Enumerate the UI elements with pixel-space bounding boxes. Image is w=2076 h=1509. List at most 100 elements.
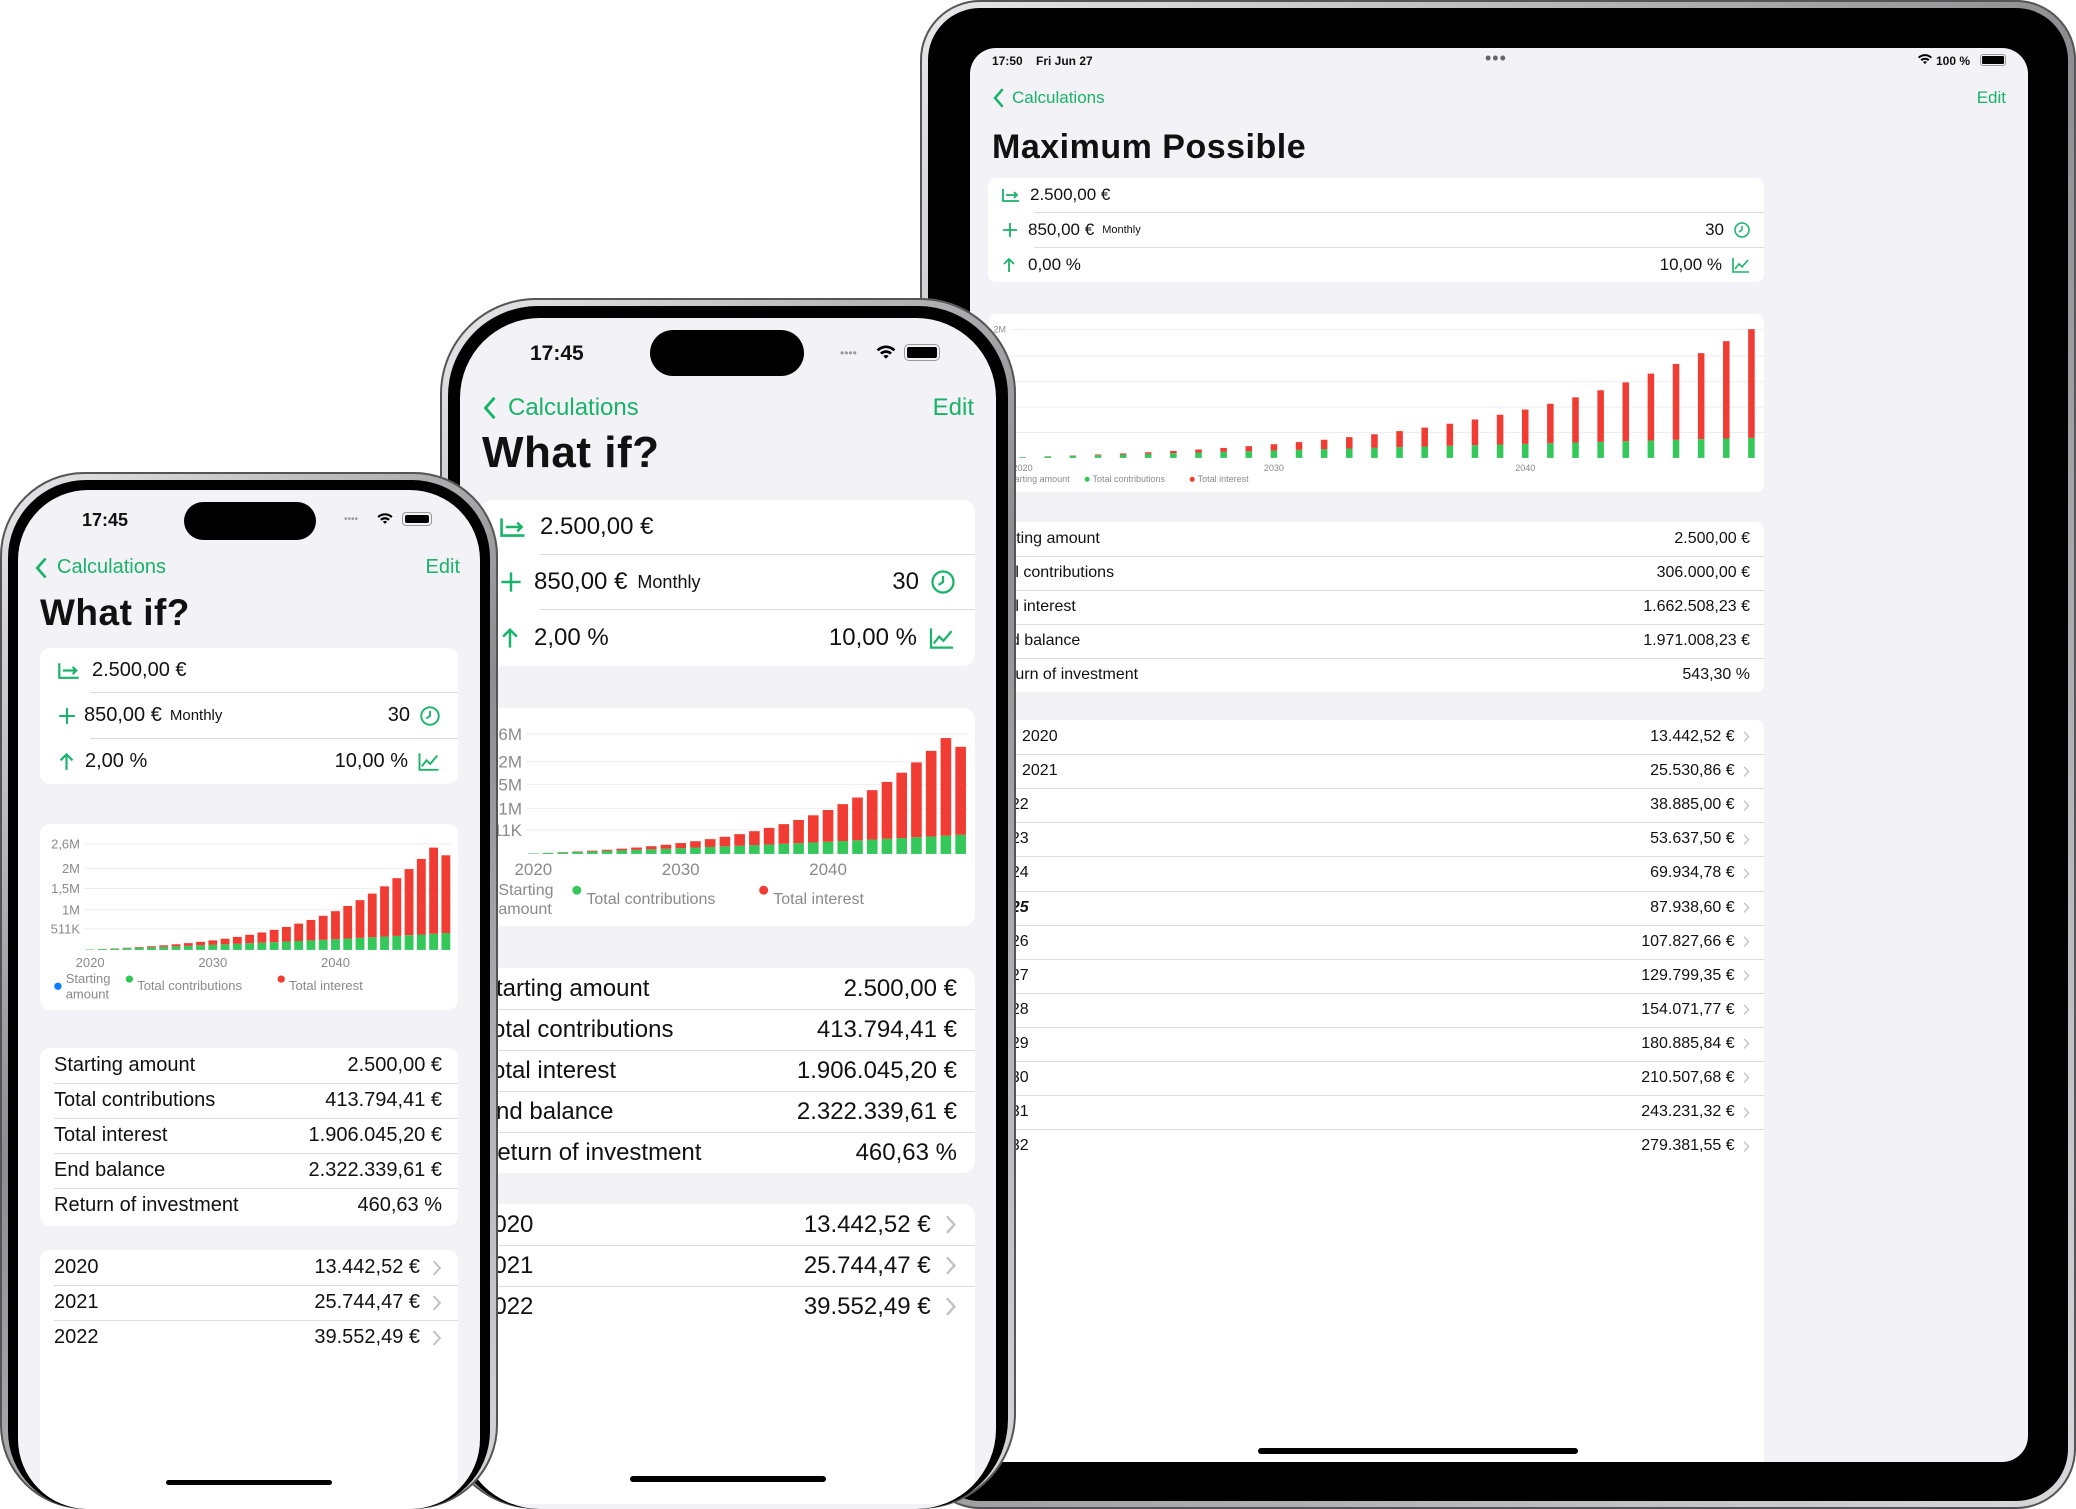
bar-segment-total-contributions xyxy=(1622,441,1630,458)
bar-segment-total-interest xyxy=(367,893,377,938)
chart-card: 2M7M6M7K4K202020302040Starting amountTot… xyxy=(988,314,1764,492)
year-row[interactable]: 026107.827,66 € xyxy=(988,925,1764,959)
target-rate-value[interactable]: 10,00 % xyxy=(1660,255,1722,275)
arrow-up-icon xyxy=(500,627,520,649)
year-row[interactable]: 028154.071,77 € xyxy=(988,993,1764,1027)
starting-amount-row[interactable]: 2.500,00 € xyxy=(40,648,458,692)
bar-segment-total-contributions xyxy=(1144,453,1152,458)
rate-row[interactable]: 2,00 % 10,00 % xyxy=(480,610,975,666)
bar-segment-total-contributions xyxy=(763,844,775,854)
year-row[interactable]: 029180.885,84 € xyxy=(988,1027,1764,1061)
year-row[interactable]: 031243.231,32 € xyxy=(988,1095,1764,1129)
growth-chart: 2M7M6M7K4K202020302040Starting amountTot… xyxy=(993,325,1764,484)
year-balance: 39.552,49 € xyxy=(803,1292,931,1320)
rate-value: 2,00 % xyxy=(85,750,148,772)
year-row[interactable]: 02353.637,50 € xyxy=(988,822,1764,856)
bar-segment-total-contributions xyxy=(1220,451,1227,458)
back-label: Calculations xyxy=(1012,88,1105,107)
edit-button[interactable]: Edit xyxy=(933,394,974,422)
bar-segment-total-interest xyxy=(690,841,701,848)
summary-value: 2.322.339,61 € xyxy=(796,1097,957,1125)
x-tick-label: 2020 xyxy=(76,955,105,970)
y-tick-label: 1M xyxy=(498,799,522,818)
year-row[interactable]: 2020 13.442,52 € xyxy=(988,720,1764,754)
multitasking-dots-icon[interactable]: ••• xyxy=(1485,48,1507,69)
edit-button[interactable]: Edit xyxy=(426,556,460,579)
year-balance: 13.442,52 € xyxy=(1650,728,1735,746)
years-value[interactable]: 30 xyxy=(388,704,410,727)
bar-segment-total-interest xyxy=(660,844,672,849)
bar-segment-total-contributions xyxy=(881,838,893,854)
back-button[interactable]: Calculations xyxy=(482,394,639,422)
bar-segment-total-contributions xyxy=(601,850,613,854)
chart-growth-icon xyxy=(929,627,955,649)
summary-row: nd balance 1.971.008,23 € xyxy=(988,624,1764,658)
bar-segment-total-contributions xyxy=(660,848,672,854)
starting-amount-row[interactable]: 2.500,00 € xyxy=(480,500,975,554)
summary-label: Return of investment xyxy=(480,1138,702,1166)
year-balance: 154.071,77 € xyxy=(1641,1000,1735,1018)
year-row[interactable]: 02469.934,78 € xyxy=(988,856,1764,890)
ipad-screen: 17:50 Fri Jun 27 ••• 100 % Calculations … xyxy=(970,48,2028,1462)
chevron-right-icon xyxy=(1743,970,1750,981)
plus-icon xyxy=(1002,222,1018,238)
year-row[interactable]: 2022 39.552,49 € xyxy=(480,1286,975,1327)
summary-value: 413.794,41 € xyxy=(325,1089,442,1111)
bar-segment-total-interest xyxy=(404,869,414,936)
back-button[interactable]: Calculations xyxy=(992,88,1105,108)
bar-segment-total-contributions xyxy=(318,939,328,950)
year-balance: 210.507,68 € xyxy=(1641,1069,1735,1087)
bar-segment-total-interest xyxy=(245,934,255,944)
target-rate-value[interactable]: 10,00 % xyxy=(829,624,917,652)
rate-row[interactable]: 2,00 % 10,00 % xyxy=(40,739,458,784)
bar-segment-total-contributions xyxy=(1346,448,1353,458)
year-row[interactable]: 2020 13.442,52 € xyxy=(40,1250,458,1285)
bar-segment-total-interest xyxy=(1672,363,1680,440)
summary-label: Starting amount xyxy=(480,974,650,1002)
year-row[interactable]: 030210.507,68 € xyxy=(988,1061,1764,1095)
frequency-label[interactable]: Monthly xyxy=(637,572,700,593)
bar-segment-total-contributions xyxy=(852,840,863,854)
year-row[interactable]: 2021 25.744,47 € xyxy=(480,1245,975,1286)
rate-row[interactable]: 0,00 % 10,00 % xyxy=(988,248,1764,282)
year-row[interactable]: 2021 25.530,86 € xyxy=(988,754,1764,788)
bar-segment-total-contributions xyxy=(1496,444,1504,458)
bar-segment-total-contributions xyxy=(1723,438,1730,458)
frequency-label[interactable]: Monthly xyxy=(170,707,223,724)
bar-segment-total-interest xyxy=(601,849,613,851)
year-row[interactable]: 02238.885,00 € xyxy=(988,788,1764,822)
year-row[interactable]: 032279.381,55 € xyxy=(988,1129,1764,1163)
year-balance: 25.744,47 € xyxy=(803,1251,931,1279)
frequency-label[interactable]: Monthly xyxy=(1102,224,1141,236)
contribution-row[interactable]: 850,00 € Monthly 30 xyxy=(988,213,1764,247)
year-row[interactable]: 2022 39.552,49 € xyxy=(40,1320,458,1355)
bar-segment-total-contributions xyxy=(110,948,120,950)
bar-segment-total-interest xyxy=(586,850,598,852)
target-rate-value[interactable]: 10,00 % xyxy=(335,750,408,773)
back-button[interactable]: Calculations xyxy=(34,556,166,579)
bar-segment-total-contributions xyxy=(294,940,304,950)
contribution-row[interactable]: 850,00 € Monthly 30 xyxy=(480,555,975,609)
year-row[interactable]: 2021 25.744,47 € xyxy=(40,1285,458,1320)
bar-segment-total-interest xyxy=(1396,431,1403,448)
bar-segment-total-contributions xyxy=(822,841,834,854)
year-row[interactable]: 027129.799,35 € xyxy=(988,959,1764,993)
chevron-right-icon xyxy=(1743,1038,1750,1050)
starting-amount-row[interactable]: 2.500,00 € xyxy=(988,178,1764,212)
bar-segment-total-interest xyxy=(749,831,760,846)
y-tick-label: 1M xyxy=(62,902,80,917)
contribution-row[interactable]: 850,00 € Monthly 30 xyxy=(40,693,458,738)
years-value[interactable]: 30 xyxy=(892,568,919,596)
bar-segment-total-contributions xyxy=(159,946,169,950)
bar-segment-total-contributions xyxy=(404,935,414,950)
years-value[interactable]: 30 xyxy=(1705,220,1724,240)
year-balance: 279.381,55 € xyxy=(1641,1137,1735,1155)
bar-segment-total-contributions xyxy=(1019,457,1026,458)
rate-value: 0,00 % xyxy=(1028,255,1081,274)
year-row[interactable]: 2020 13.442,52 € xyxy=(480,1204,975,1245)
summary-row: Return of investment 460,63 % xyxy=(40,1188,458,1223)
plus-icon xyxy=(58,707,76,725)
edit-button[interactable]: Edit xyxy=(1977,88,2006,108)
year-row[interactable]: 02587.938,60 € xyxy=(988,891,1764,925)
chevron-right-icon xyxy=(945,1297,957,1316)
